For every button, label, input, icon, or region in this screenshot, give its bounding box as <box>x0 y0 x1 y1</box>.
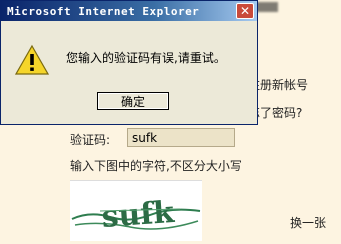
refresh-captcha-link[interactable]: 换一张 <box>290 214 326 231</box>
captcha-image: sufk <box>70 180 202 241</box>
alert-dialog: Microsoft Internet Explorer ✕ 您输入的验证码有误,… <box>0 0 258 125</box>
close-button[interactable]: ✕ <box>236 3 254 19</box>
captcha-label: 验证码: <box>70 133 111 147</box>
close-icon: ✕ <box>239 4 251 18</box>
captcha-input[interactable] <box>127 128 235 147</box>
captcha-hint: 输入下图中的字符,不区分大小写 <box>70 159 242 173</box>
captcha-image-text: sufk <box>100 195 176 235</box>
dialog-message: 您输入的验证码有误,请重试。 <box>66 51 226 65</box>
warning-icon <box>15 44 49 75</box>
ok-button[interactable]: 确定 <box>97 92 169 110</box>
dialog-titlebar[interactable]: Microsoft Internet Explorer ✕ <box>1 1 257 21</box>
dialog-title: Microsoft Internet Explorer <box>7 4 200 18</box>
